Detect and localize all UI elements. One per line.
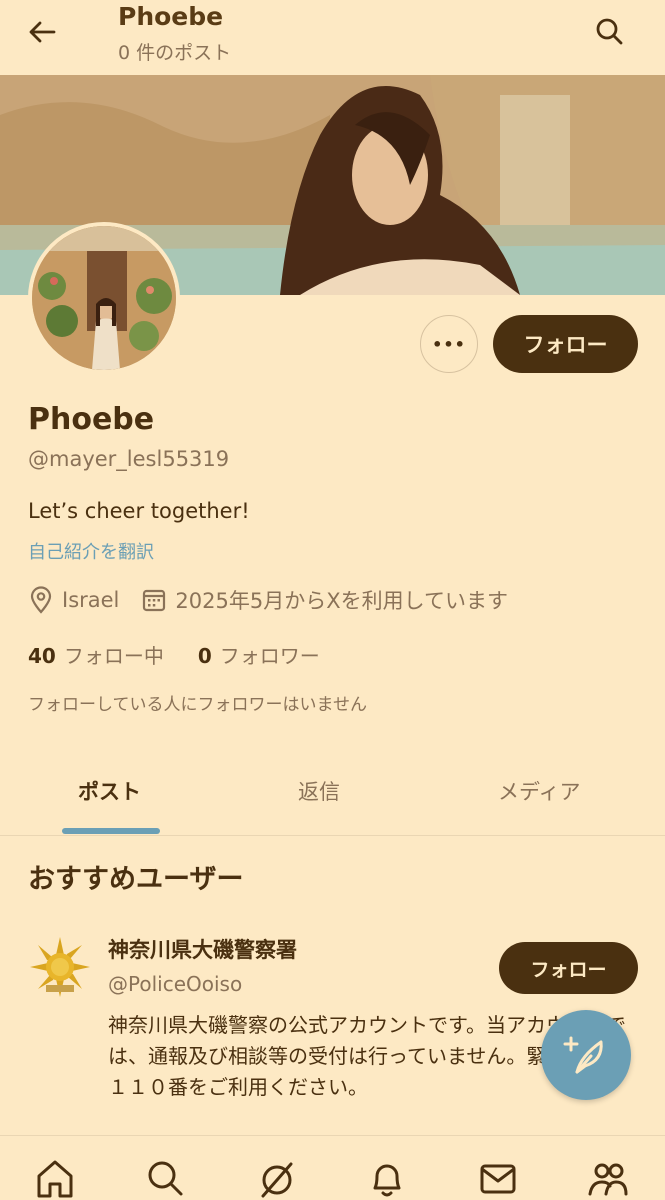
following-count: 40: [28, 644, 56, 668]
feather-plus-icon: [563, 1036, 603, 1074]
profile-avatar[interactable]: [28, 222, 180, 374]
post-count: 0 件のポスト: [118, 42, 232, 64]
calendar-icon: [143, 589, 166, 612]
nav-messages[interactable]: [476, 1156, 520, 1200]
search-button[interactable]: [590, 12, 630, 52]
people-icon: [588, 1163, 628, 1196]
police-emblem-icon: [30, 937, 90, 997]
joined-text: 2025年5月からXを利用しています: [175, 589, 508, 613]
recommended-user-handle: @PoliceOoiso: [108, 972, 243, 996]
nav-communities[interactable]: [586, 1156, 630, 1200]
location-text: Israel: [62, 588, 120, 612]
more-options-button[interactable]: •••: [420, 315, 478, 373]
followers-link[interactable]: 0 フォロワー: [198, 640, 320, 669]
following-link[interactable]: 40 フォロー中: [28, 640, 164, 669]
tab-replies[interactable]: 返信: [298, 776, 340, 806]
recommended-user-avatar[interactable]: [28, 935, 92, 999]
profile-bio: Let’s cheer together!: [28, 499, 250, 523]
grok-icon: [261, 1162, 293, 1198]
recommended-follow-button[interactable]: フォロー: [499, 942, 638, 994]
bottom-navigation: [0, 1135, 665, 1200]
arrow-left-icon: [29, 21, 56, 43]
bell-icon: [373, 1164, 401, 1197]
header-title: Phoebe: [118, 2, 224, 31]
nav-home[interactable]: [33, 1156, 77, 1200]
mail-icon: [480, 1164, 516, 1194]
followers-count: 0: [197, 644, 212, 668]
tab-posts[interactable]: ポスト: [78, 776, 141, 806]
more-icon: •••: [432, 334, 466, 354]
followers-label: フォロワー: [219, 644, 320, 668]
translate-bio-link[interactable]: 自己紹介を翻訳: [28, 538, 154, 564]
compose-post-button[interactable]: [541, 1010, 631, 1100]
avatar-photo: [32, 226, 176, 370]
profile-tabs: ポスト 返信 メディア: [0, 760, 665, 836]
top-bar: Phoebe 0 件のポスト: [0, 0, 665, 75]
profile-name: Phoebe: [28, 402, 155, 437]
map-pin-icon: [30, 586, 52, 614]
search-icon: [148, 1161, 183, 1196]
back-button[interactable]: [22, 12, 62, 52]
active-tab-indicator: [62, 828, 160, 834]
nav-search[interactable]: [143, 1156, 187, 1200]
tab-media[interactable]: メディア: [498, 776, 581, 806]
recommended-user-name[interactable]: 神奈川県大磯警察署: [108, 934, 297, 964]
nav-notifications[interactable]: [365, 1156, 409, 1200]
following-label: フォロー中: [63, 644, 164, 668]
follow-stats: 40 フォロー中 0 フォロワー: [28, 640, 354, 669]
recommended-title: おすすめユーザー: [28, 864, 244, 895]
search-icon: [596, 18, 623, 45]
home-icon: [37, 1160, 73, 1198]
followers-note: フォローしている人にフォロワーはいません: [28, 695, 367, 715]
profile-handle: @mayer_lesl55319: [28, 447, 230, 471]
nav-grok[interactable]: [255, 1156, 299, 1200]
profile-meta: Israel 2025年5月からXを利用しています: [28, 585, 508, 615]
follow-button[interactable]: フォロー: [493, 315, 638, 373]
